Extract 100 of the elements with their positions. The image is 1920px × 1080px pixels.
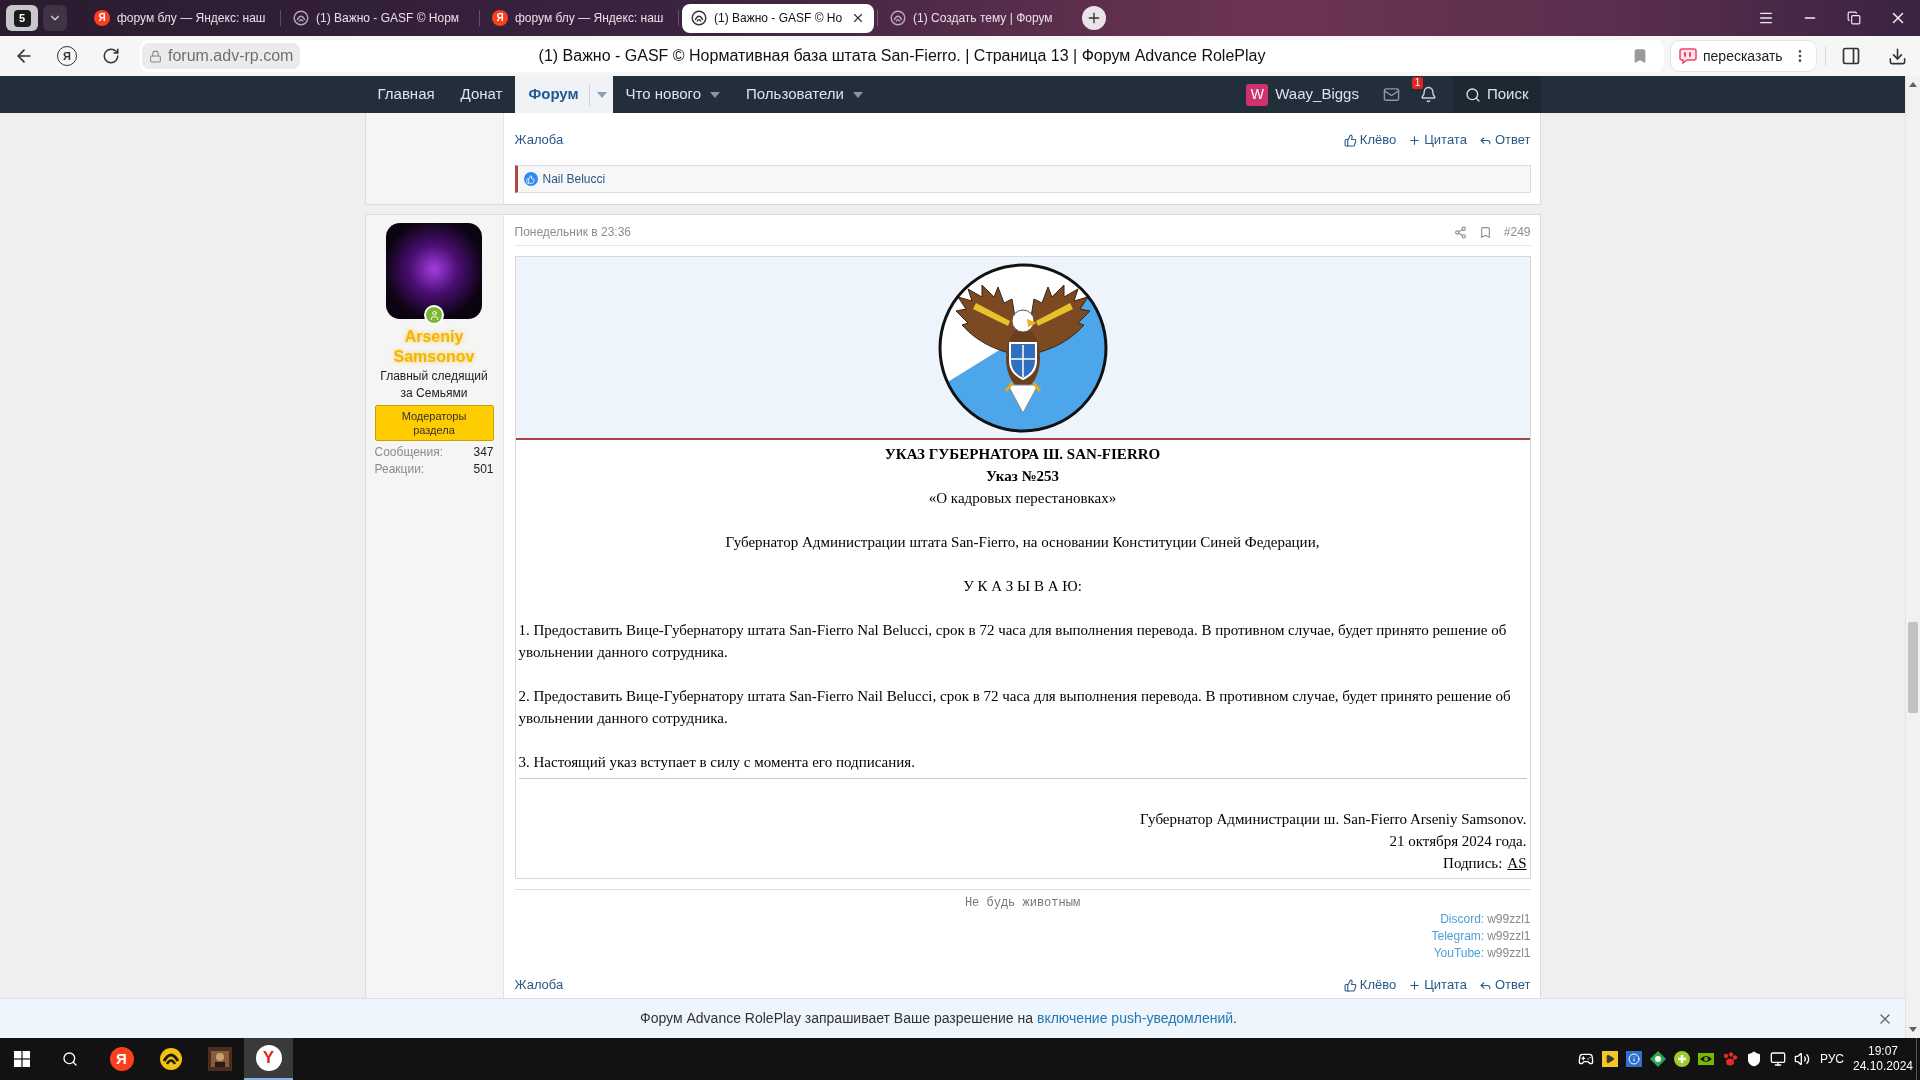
thumbs-up-icon	[1343, 133, 1357, 147]
swirl-app-icon	[158, 1047, 183, 1071]
mail-icon[interactable]	[1382, 86, 1400, 103]
post-number-link[interactable]: #249	[1503, 223, 1531, 241]
contact-label: Discord:	[1440, 911, 1485, 928]
swirl-logo-icon	[293, 10, 309, 26]
language-indicator[interactable]: РУС	[1819, 1050, 1844, 1068]
reload-icon[interactable]	[102, 47, 120, 65]
role-badge: Модераторы раздела	[374, 405, 494, 441]
menu-icon[interactable]	[1758, 10, 1774, 26]
nav-tab[interactable]: Донат	[447, 76, 516, 113]
address-bar[interactable]: forum.adv-rp.com (1) Важно - GASF © Нормативная база штата San-Fierro. | Страница 13 | Форум Advance RolePlay	[140, 40, 1664, 72]
info-icon[interactable]	[1625, 1051, 1642, 1067]
plus-icon	[1408, 978, 1422, 992]
push-notifications-link[interactable]: включение push-уведомлений	[1036, 1010, 1234, 1026]
nav-tab[interactable]: Что нового	[612, 76, 734, 113]
media-player-icon[interactable]	[1601, 1051, 1618, 1067]
bookmark-icon[interactable]	[1632, 48, 1648, 64]
plus-circle-icon[interactable]	[1673, 1051, 1690, 1067]
browser-tab[interactable]: Я форум блу — Яндекс: наш	[85, 3, 277, 33]
tab-counter-button[interactable]: 5	[6, 5, 38, 31]
contact-label: YouTube:	[1433, 945, 1485, 962]
browser-tab[interactable]: (1) Создать тему | Форум	[881, 3, 1073, 33]
search-icon	[1464, 86, 1481, 103]
browser-tab[interactable]: (1) Важно - GASF © Норм	[284, 3, 476, 33]
stat-value: 347	[473, 444, 494, 461]
report-link[interactable]: Жалоба	[514, 130, 564, 150]
browser-tab[interactable]: Я форум блу — Яндекс: наш	[483, 3, 675, 33]
search-button[interactable]: Поиск	[1452, 76, 1541, 113]
monitor-icon[interactable]	[1769, 1051, 1786, 1067]
decree-order: У К А З Ы В А Ю:	[962, 577, 1083, 596]
scroll-down-icon[interactable]	[1909, 1027, 1917, 1032]
contact-value: w99zzl1	[1487, 928, 1531, 945]
reply-button[interactable]: Ответ	[1478, 130, 1531, 150]
side-panel-icon[interactable]	[1841, 46, 1861, 66]
bookmark-icon[interactable]	[1478, 225, 1492, 239]
swirl-logo-icon	[890, 10, 906, 26]
decree-closing-line: Губернатор Администрации ш. San-Fierro Arseniy Samsonov.	[1140, 810, 1527, 829]
quote-button[interactable]: Цитата	[1408, 975, 1467, 995]
decree-preamble: Губернатор Администрации штата San-Fierro, на основании Конституции Синей Федерации,	[724, 533, 1321, 552]
volume-icon[interactable]	[1793, 1051, 1810, 1067]
quote-bubble-icon	[1679, 48, 1697, 64]
decree-subject: «О кадровых перестановках»	[927, 489, 1118, 508]
scroll-up-icon[interactable]	[1909, 82, 1917, 87]
like-button[interactable]: Клёво	[1343, 975, 1397, 995]
signature-mark: AS	[1507, 854, 1527, 873]
nav-tab[interactable]: Пользователи	[733, 76, 876, 113]
notification-count-badge: 1	[1411, 77, 1423, 89]
user-avatar: W	[1246, 83, 1269, 106]
decree-point: 1. Предоставить Вице-Губернатору штата San-Fierro Nal Belucci, срок в 72 часа для выполнения перевода. В противном случае, будет принято решение об увольнении данного сотрудника.	[518, 621, 1508, 662]
tab-close-icon[interactable]	[851, 11, 865, 25]
start-menu-icon[interactable]	[14, 1051, 30, 1067]
share-icon[interactable]	[1453, 225, 1467, 239]
browser-tab[interactable]: (1) Важно - GASF © Но	[682, 3, 874, 33]
nav-tab[interactable]: Форум	[515, 76, 613, 113]
stat-value: 501	[473, 461, 494, 478]
browser-app-icon: Y	[255, 1045, 282, 1071]
notification-text: Форум Advance RolePlay запрашивает Ваше разрешение на включение push-уведомлений.	[639, 1009, 1238, 1028]
scrollbar-thumb[interactable]	[1908, 622, 1918, 713]
gamepad-icon[interactable]	[1577, 1051, 1594, 1067]
stat-label: Сообщения:	[374, 444, 443, 461]
decree-number: Указ №253	[984, 467, 1060, 486]
show-desktop-button[interactable]	[1916, 1038, 1920, 1080]
search-icon[interactable]	[62, 1051, 78, 1067]
signature-motto: Не будь животным	[963, 896, 1082, 910]
shield-icon[interactable]	[1745, 1051, 1762, 1067]
contact-value: w99zzl1	[1487, 945, 1531, 962]
bell-icon[interactable]	[1419, 86, 1437, 103]
reaction-user-link[interactable]: Nail Belucci	[542, 170, 606, 188]
user-menu-button[interactable]: W Waay_Biggs	[1236, 83, 1369, 106]
letter-app-icon: Я	[109, 1047, 134, 1071]
nav-tab[interactable]: Главная	[364, 76, 448, 113]
reply-button[interactable]: Ответ	[1478, 975, 1531, 995]
eye-logo-icon[interactable]	[1697, 1051, 1714, 1067]
plus-icon	[1086, 10, 1102, 26]
decree-heading: УКАЗ ГУБЕРНАТОРА Ш. SAN-FIERRO	[883, 445, 1162, 464]
author-title: Главный следящий за Семьями	[379, 368, 489, 402]
decree-closing-line: 21 октября 2024 года.	[1389, 832, 1527, 851]
stat-label: Реакции:	[374, 461, 425, 478]
signature-label: Подпись:	[1443, 854, 1503, 873]
restore-icon[interactable]	[1847, 11, 1861, 25]
contact-label: Telegram:	[1431, 928, 1485, 945]
tabs-menu-button[interactable]	[43, 5, 67, 31]
retell-button[interactable]: пересказать	[1670, 40, 1817, 72]
new-tab-button[interactable]	[1082, 6, 1106, 30]
swirl-logo-icon	[691, 10, 707, 26]
taskbar-button[interactable]: Я	[97, 1038, 146, 1080]
game-app-icon	[207, 1047, 232, 1071]
diamond-icon[interactable]	[1649, 1051, 1666, 1067]
letter-logo-icon: Я	[94, 10, 110, 26]
decree-point: 2. Предоставить Вице-Губернатору штата San-Fierro Nail Belucci, срок в 72 часа для выполнения перевода. В противном случае, будет принято решение об увольнении данного сотрудника.	[518, 687, 1512, 728]
site-address-button[interactable]: forum.adv-rp.com	[142, 43, 301, 69]
clock[interactable]: 19:07 24.10.2024	[1852, 1044, 1914, 1074]
lock-icon	[149, 49, 162, 63]
report-link[interactable]: Жалоба	[514, 975, 564, 995]
quote-button[interactable]: Цитата	[1408, 130, 1467, 150]
paw-icon[interactable]	[1721, 1051, 1738, 1067]
download-icon[interactable]	[1888, 46, 1907, 66]
taskbar-button[interactable]: Y	[244, 1038, 293, 1080]
like-button[interactable]: Клёво	[1343, 130, 1397, 150]
